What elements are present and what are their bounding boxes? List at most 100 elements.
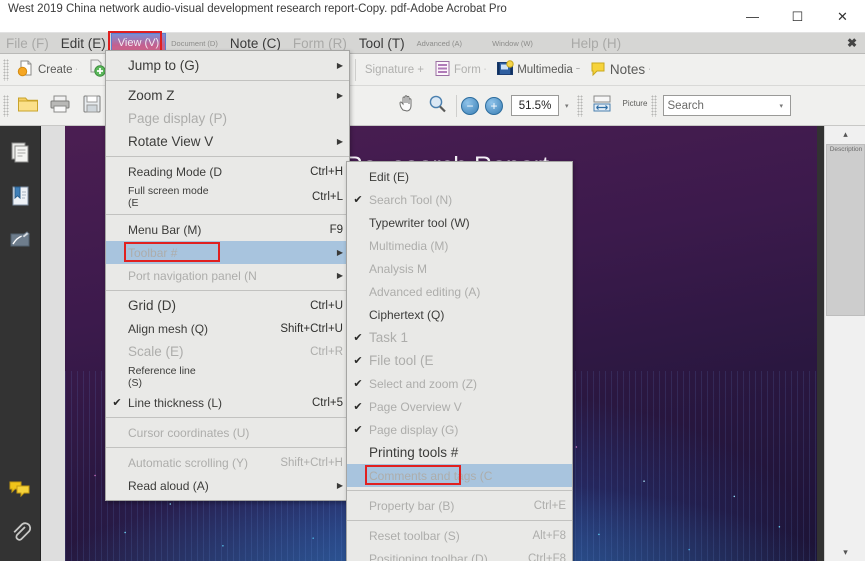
view-menu-item[interactable]: Toolbar # ▶ xyxy=(106,241,349,264)
view-menu-item[interactable]: Full screen mode (E Ctrl+L xyxy=(106,183,349,211)
toolbar-submenu[interactable]: Edit (E) ✔ Search Tool (N) Typewriter tool … xyxy=(346,161,573,561)
toolbar-submenu-item[interactable]: Typewriter tool (W) xyxy=(347,211,572,234)
toolbar-submenu-item[interactable]: ✔ Task 1 xyxy=(347,326,572,349)
minimize-button[interactable]: — xyxy=(730,0,775,33)
view-menu-item[interactable]: ✔ Line thickness (L) Ctrl+5 xyxy=(106,391,349,414)
hand-tool-button[interactable] xyxy=(392,93,422,119)
magnifier-icon xyxy=(427,94,447,117)
close-button[interactable]: ✕ xyxy=(820,0,865,33)
view-menu-item[interactable]: Menu Bar (M) F9 xyxy=(106,218,349,241)
save-disk-icon xyxy=(81,94,103,117)
toolbar-submenu-item[interactable]: Edit (E) xyxy=(347,165,572,188)
multimedia-icon xyxy=(496,59,514,80)
toolbar-submenu-item-label: Printing tools # xyxy=(369,445,459,460)
view-menu-item[interactable]: Cursor coordinates (U) xyxy=(106,421,349,444)
toolbar2-grip-left[interactable] xyxy=(3,94,9,117)
scrollbar-thumb[interactable] xyxy=(826,144,865,316)
scroll-up-button[interactable]: ▴ xyxy=(825,126,865,143)
view-menu-item[interactable]: Zoom Z ▶ xyxy=(106,84,349,107)
search-input[interactable] xyxy=(667,99,780,112)
menu-file[interactable]: File (F) xyxy=(0,34,55,53)
picture-button[interactable]: Pic­ture xyxy=(618,93,648,119)
form-button[interactable]: Form · xyxy=(429,57,491,83)
menubar-close-icon[interactable]: ✖ xyxy=(847,36,857,50)
comments-icon[interactable] xyxy=(6,474,34,502)
maximize-button[interactable]: ☐ xyxy=(775,0,820,33)
menu-advanced[interactable]: Advanced (A) xyxy=(411,34,468,53)
checkmark-icon: ✔ xyxy=(353,355,363,367)
view-menu-item[interactable]: Scale (E) Ctrl+R xyxy=(106,340,349,363)
navigation-pane xyxy=(0,126,41,561)
toolbar2-grip-right[interactable] xyxy=(576,94,583,117)
zoom-out-button[interactable]: − xyxy=(461,96,479,115)
toolbar-submenu-item[interactable]: ✔ File tool (E xyxy=(347,349,572,372)
attachments-icon[interactable] xyxy=(6,518,34,546)
zoom-in-button[interactable]: + xyxy=(485,96,503,115)
toolbar-submenu-item-label: Task 1 xyxy=(369,330,409,345)
view-menu-separator xyxy=(106,156,349,157)
vertical-scrollbar[interactable]: ▴ Description ▾ xyxy=(824,126,865,561)
toolbar-submenu-item[interactable]: Reset toolbar (S) Alt+F8 xyxy=(347,524,572,547)
pages-icon[interactable] xyxy=(6,138,34,166)
toolbar-submenu-item[interactable]: Ciphertext (Q) xyxy=(347,303,572,326)
toolbar-grip[interactable] xyxy=(3,58,9,81)
toolbar-submenu-item[interactable]: Property bar (B) Ctrl+E xyxy=(347,494,572,517)
menu-window[interactable]: Window (W) xyxy=(486,34,539,53)
toolbar-submenu-separator xyxy=(347,520,572,521)
view-menu-item[interactable]: Read aloud (A) ▶ xyxy=(106,474,349,497)
view-menu-item[interactable]: Rotate View V ▶ xyxy=(106,130,349,153)
toolbar-submenu-item[interactable]: ✔ Search Tool (N) xyxy=(347,188,572,211)
toolbar-submenu-item[interactable]: ✔ Page Overview V xyxy=(347,395,572,418)
save-button[interactable] xyxy=(76,93,108,119)
zoom-level-input[interactable]: 51.5% xyxy=(511,95,559,116)
search-dropdown-icon[interactable]: ▾ xyxy=(780,102,784,110)
menu-tool[interactable]: Tool (T) xyxy=(353,34,411,53)
toolbar-submenu-item-shortcut: Ctrl+E xyxy=(533,499,566,512)
signature-button[interactable]: Signature + xyxy=(360,57,429,83)
toolbar-submenu-item[interactable]: Analysis M xyxy=(347,257,572,280)
toolbar-submenu-item[interactable]: Positioning toolbar (D) Ctrl+F8 xyxy=(347,547,572,561)
notes-icon xyxy=(590,60,607,80)
create-icon xyxy=(17,59,35,80)
bookmarks-icon[interactable] xyxy=(6,182,34,210)
view-menu-item-shortcut: Ctrl+U xyxy=(310,299,343,312)
signature-icon[interactable] xyxy=(6,226,34,254)
notes-caret-icon: · xyxy=(648,66,651,73)
notes-button[interactable]: Notes · xyxy=(585,57,656,83)
print-button[interactable] xyxy=(44,93,76,119)
view-dropdown-menu[interactable]: Jump to (G) ▶ Zoom Z ▶ Page display (P) Rotat… xyxy=(105,50,350,501)
zoom-dropdown-icon[interactable]: ▾ xyxy=(565,102,569,110)
checkmark-icon: ✔ xyxy=(112,397,122,409)
toolbar-submenu-item[interactable]: Comments and tags (C xyxy=(347,464,572,487)
fit-width-button[interactable] xyxy=(586,93,618,119)
toolbar-submenu-item[interactable]: Printing tools # xyxy=(347,441,572,464)
multimedia-button[interactable]: Multimedia ~ xyxy=(491,57,585,83)
menu-edit[interactable]: Edit (E) xyxy=(55,34,112,53)
view-menu-item[interactable]: Reference line (S) xyxy=(106,363,349,391)
marquee-zoom-button[interactable] xyxy=(422,93,452,119)
view-menu-item[interactable]: Page display (P) xyxy=(106,107,349,130)
create-button[interactable]: Create · xyxy=(12,57,83,83)
toolbar-submenu-item-label: Select and zoom (Z) xyxy=(369,376,478,391)
folder-icon xyxy=(17,94,39,117)
view-menu-item-label: Automatic scrolling (Y) xyxy=(128,455,249,470)
menu-help[interactable]: Help (H) xyxy=(565,34,627,53)
view-menu-item[interactable]: Jump to (G) ▶ xyxy=(106,54,349,77)
toolbar-submenu-item[interactable]: ✔ Select and zoom (Z) xyxy=(347,372,572,395)
scroll-down-button[interactable]: ▾ xyxy=(825,544,865,561)
search-field[interactable]: ▾ xyxy=(662,95,791,116)
view-menu-item-shortcut: Ctrl+5 xyxy=(312,396,343,409)
view-menu-item[interactable]: Grid (D) Ctrl+U xyxy=(106,294,349,317)
open-file-button[interactable] xyxy=(12,93,44,119)
view-menu-item[interactable]: Align mesh (Q) Shift+Ctrl+U xyxy=(106,317,349,340)
toolbar-separator xyxy=(354,58,356,81)
view-menu-item-label: Line thickness (L) xyxy=(128,395,223,410)
view-menu-item[interactable]: Reading Mode (D Ctrl+H xyxy=(106,160,349,183)
search-grip[interactable] xyxy=(650,94,657,117)
view-menu-item[interactable]: Port navigation panel (N ▶ xyxy=(106,264,349,287)
toolbar-submenu-item[interactable]: ✔ Page display (G) xyxy=(347,418,572,441)
view-menu-item[interactable]: Automatic scrolling (Y) Shift+Ctrl+H xyxy=(106,451,349,474)
toolbar-submenu-item[interactable]: Multimedia (M) xyxy=(347,234,572,257)
toolbar-submenu-item[interactable]: Advanced editing (A) xyxy=(347,280,572,303)
toolbar-submenu-item-shortcut: Alt+F8 xyxy=(532,529,566,542)
